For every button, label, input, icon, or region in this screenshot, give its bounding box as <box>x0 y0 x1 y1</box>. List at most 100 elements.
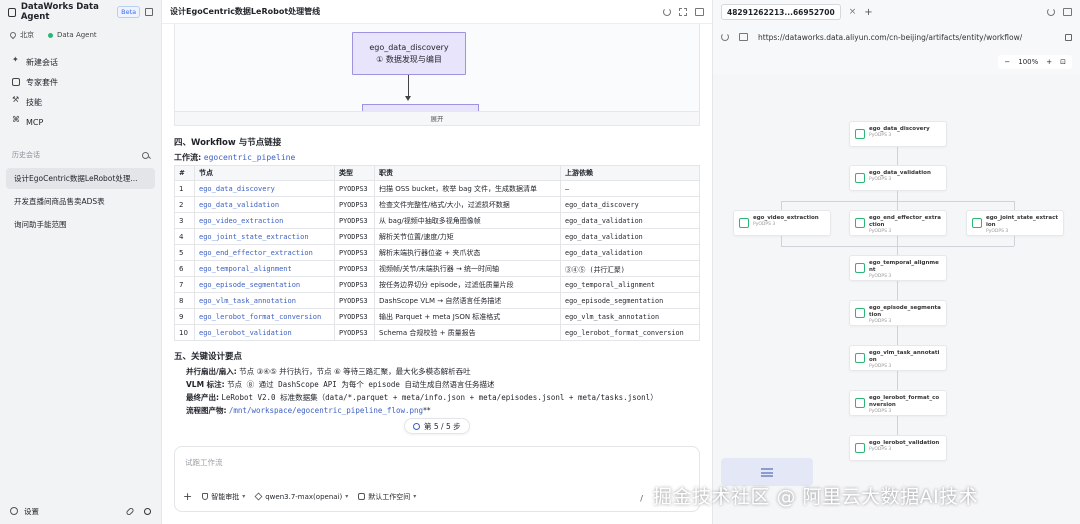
row-index: 2 <box>174 196 195 213</box>
chevron-down-icon: ▾ <box>345 493 349 500</box>
zoom-in-button[interactable]: + <box>1046 58 1052 66</box>
workflow-canvas[interactable]: ego_data_discovery PyODPS 3 ego_data_valid… <box>713 74 1080 524</box>
table-row: 10 ego_lerobot_validation PYODPS3 Schema 合规… <box>174 324 700 341</box>
pyodps-node-icon <box>739 218 749 228</box>
search-icon[interactable] <box>142 151 149 159</box>
workflow-node[interactable]: ego_episode_segmentation PyODPS 3 <box>849 300 947 326</box>
workflow-node[interactable]: ego_data_validation PyODPS 3 <box>849 165 947 191</box>
model-select[interactable]: qwen3.7-max(openai) ▾ <box>254 493 349 501</box>
workflow-edge <box>897 416 898 435</box>
slash-command-button[interactable]: / <box>640 494 643 503</box>
link-icon[interactable] <box>125 506 135 516</box>
workflow-node[interactable]: ego_vlm_task_annotation PyODPS 3 <box>849 345 947 371</box>
open-external-icon[interactable] <box>1065 33 1072 41</box>
copy-icon[interactable] <box>739 33 748 41</box>
split-view-icon[interactable] <box>695 7 704 16</box>
workflow-node-name: ego_vlm_task_annotation <box>869 350 940 363</box>
row-index: 7 <box>174 276 195 293</box>
zoom-out-button[interactable]: − <box>1004 58 1010 66</box>
add-icon[interactable]: + <box>183 490 192 503</box>
new-tab-icon[interactable]: + <box>864 7 872 18</box>
panel-icon[interactable] <box>1063 8 1072 16</box>
context-selector[interactable]: 北京 Data Agent <box>0 24 161 46</box>
expand-button[interactable]: 展开 <box>175 111 699 125</box>
user-icon[interactable] <box>144 507 151 515</box>
pyodps-node-icon <box>972 218 982 228</box>
workflow-edge <box>897 191 898 201</box>
node-link[interactable]: ego_temporal_alignment <box>194 260 335 277</box>
node-link[interactable]: ego_lerobot_validation <box>194 324 335 341</box>
chat-input[interactable]: 试跑工作流 + 智能审批 ▾ qwen3.7-max(openai) ▾ 默认工作空… <box>174 446 700 512</box>
row-index: 5 <box>174 244 195 261</box>
workflow-node[interactable]: ego_temporal_alignment PyODPS 3 <box>849 255 947 281</box>
node-link[interactable]: ego_lerobot_format_conversion <box>194 308 335 325</box>
node-link[interactable]: ego_end_effector_extraction <box>194 244 335 261</box>
refresh-icon[interactable] <box>1047 8 1055 16</box>
node-duty: Schema 合规校验 + 质量报告 <box>374 324 561 341</box>
workflow-node[interactable]: ego_video_extraction PyODPS 3 <box>733 210 831 236</box>
step-indicator[interactable]: 第 5 / 5 步 <box>404 418 470 434</box>
approval-mode-select[interactable]: 智能审批 ▾ <box>202 492 245 502</box>
input-placeholder[interactable]: 试跑工作流 <box>185 457 223 468</box>
diagram-edge <box>408 75 409 97</box>
node-duty: 检查文件完整性/格式/大小，过滤损坏数据 <box>374 196 561 213</box>
workflow-edge <box>897 326 898 345</box>
close-icon[interactable]: × <box>849 7 857 17</box>
node-link[interactable]: ego_vlm_task_annotation <box>194 292 335 309</box>
node-link[interactable]: ego_video_extraction <box>194 212 335 229</box>
watermark: 掘金技术社区 @ 阿里云大数据AI技术 <box>653 486 979 508</box>
section-heading: 五、关键设计要点 <box>174 352 243 362</box>
history-item[interactable]: 设计EgoCentric数据LeRobot处理... <box>6 168 155 189</box>
point-text: 节点 ③④⑤ 并行执行，节点 ⑥ 等待三路汇聚，最大化多模态解析吞吐 <box>239 367 471 376</box>
node-link[interactable]: ego_data_validation <box>194 196 335 213</box>
file-path-link[interactable]: /mnt/workspace/egocentric_pipeline_flow.… <box>229 406 423 415</box>
row-index: 9 <box>174 308 195 325</box>
workflow-node-type: PyODPS 3 <box>869 447 892 452</box>
node-link[interactable]: ego_episode_segmentation <box>194 276 335 293</box>
workflow-node-type: PyODPS 3 <box>869 319 892 324</box>
row-index: 1 <box>174 180 195 197</box>
workflow-node[interactable]: ego_joint_state_extraction PyODPS 3 <box>966 210 1064 236</box>
settings-label[interactable]: 设置 <box>24 506 39 517</box>
table-row: 6 ego_temporal_alignment PYODPS3 视频帧/关节/末端执… <box>174 260 700 277</box>
chevron-down-icon: ▾ <box>242 493 246 500</box>
workflow-node[interactable]: ego_lerobot_validation PyODPS 3 <box>849 435 947 461</box>
nav-label: 专家套件 <box>26 77 58 87</box>
workflow-node-name: ego_episode_segmentation <box>869 305 941 318</box>
history-item[interactable]: 开发直播间商品售卖ADS表 <box>6 191 155 212</box>
artifact-tab[interactable]: 48291262213...66952700 <box>721 4 841 20</box>
sidebar-toggle-icon[interactable] <box>145 8 154 16</box>
fit-view-icon[interactable]: ⊡ <box>1060 58 1066 66</box>
workflow-edge <box>897 236 898 255</box>
gear-icon[interactable] <box>10 507 18 515</box>
url-text[interactable]: https://dataworks.data.aliyun.com/cn-bei… <box>758 33 1022 42</box>
workflow-node-type: PyODPS 3 <box>753 222 776 227</box>
node-link[interactable]: ego_data_discovery <box>194 180 335 197</box>
nav-expert-suite[interactable]: 专家套件 <box>0 72 161 92</box>
reload-icon[interactable] <box>721 33 729 41</box>
workflow-node[interactable]: ego_lerobot_format_conversion PyODPS 3 <box>849 390 947 416</box>
diagram-node-desc: ① 数据发现与编目 <box>376 55 442 64</box>
table-row: 3 ego_video_extraction PYODPS3 从 bag/视频中抽取多… <box>174 212 700 229</box>
mcp-icon <box>12 115 20 126</box>
workflow-node[interactable]: ego_data_discovery PyODPS 3 <box>849 121 947 147</box>
pyodps-node-icon <box>855 308 865 318</box>
history-item[interactable]: 询问助手能范围 <box>6 214 155 235</box>
workflow-node[interactable]: ego_end_effector_extraction PyODPS 3 <box>849 210 947 236</box>
workflow-link[interactable]: egocentric_pipeline <box>204 153 296 162</box>
workflow-node-name: ego_video_extraction <box>753 215 819 221</box>
workflow-node-name: ego_lerobot_validation <box>869 440 940 446</box>
design-point: VLM 标注: 节点 ⑧ 通过 DashScope API 为每个 episod… <box>186 379 494 390</box>
sidebar-footer: 设置 <box>0 498 161 524</box>
pyodps-node-icon <box>855 398 865 408</box>
workflow-edge <box>897 281 898 300</box>
expand-icon[interactable] <box>679 7 687 16</box>
nav-new-chat[interactable]: 新建会话 <box>0 52 161 72</box>
nav-skills[interactable]: 技能 <box>0 92 161 112</box>
node-link[interactable]: ego_joint_state_extraction <box>194 228 335 245</box>
zoom-level: 100% <box>1018 58 1039 66</box>
workspace-select[interactable]: 默认工作空间 ▾ <box>358 492 416 502</box>
nav-mcp[interactable]: MCP <box>0 112 161 132</box>
node-duty: 按任务边界切分 episode，过滤低质量片段 <box>374 276 561 293</box>
table-row: 8 ego_vlm_task_annotation PYODPS3 DashScope… <box>174 292 700 309</box>
